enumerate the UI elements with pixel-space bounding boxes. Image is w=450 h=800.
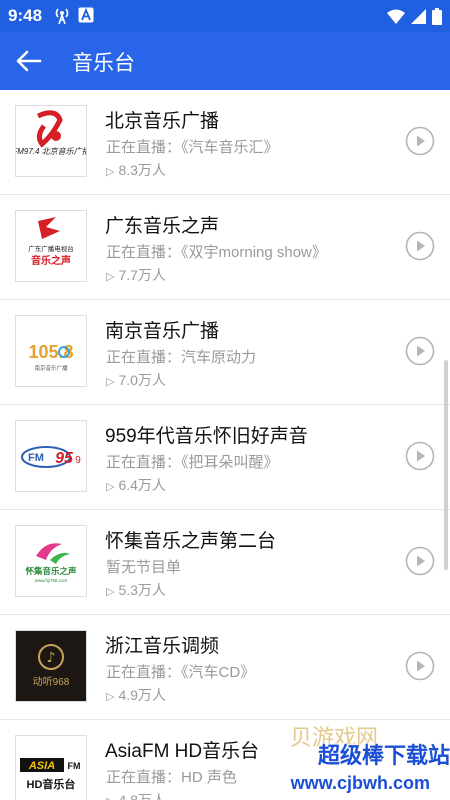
play-small-icon: ▷ <box>106 271 115 283</box>
station-name: AsiaFM HD音乐台 <box>105 741 260 762</box>
station-program: 暂无节目单 <box>106 559 182 576</box>
svg-text:南京音乐广播: 南京音乐广播 <box>34 364 68 372</box>
station-program: 正在直播：汽车原动力 <box>106 349 257 366</box>
scrollbar[interactable] <box>444 360 448 570</box>
play-circle-icon[interactable] <box>405 126 435 156</box>
play-small-icon: ▷ <box>106 376 115 388</box>
status-bar: 9:48 <box>0 0 450 32</box>
svg-text:ASIA: ASIA <box>28 760 55 772</box>
station-list[interactable]: FM97.4 北京音乐广播 北京音乐广播 正在直播：《汽车音乐汇》 ▷ 8.3万人… <box>0 90 450 800</box>
beijing-logo-text: FM97.4 北京音乐广播 <box>16 147 86 156</box>
station-listeners: ▷4.8万人 <box>106 790 166 800</box>
battery-icon <box>432 8 442 25</box>
guangdong-music-logo: 广东广播电视台 音乐之声 <box>15 210 87 282</box>
station-item[interactable]: 广东广播电视台 音乐之声 广东音乐之声 正在直播：《双宇morning show… <box>0 195 450 300</box>
station-program: 正在直播：《把耳朵叫醒》 <box>106 454 279 471</box>
play-circle-icon[interactable] <box>405 441 435 471</box>
font-a-icon <box>78 7 94 23</box>
station-program: 正在直播：《汽车音乐汇》 <box>106 139 279 156</box>
svg-text:动听968: 动听968 <box>33 676 70 688</box>
station-program: 正在直播：《双宇morning show》 <box>106 244 327 261</box>
station-listeners: ▷ 7.0万人 <box>106 372 166 388</box>
nanjing-music-logo: 105.8 南京音乐广播 <box>15 315 87 387</box>
play-small-icon: ▷ <box>106 586 115 598</box>
svg-text:105.8: 105.8 <box>28 342 73 362</box>
play-small-icon: ▷ <box>106 796 114 800</box>
station-item[interactable]: ♪ 动听968 浙江音乐调频 正在直播：《汽车CD》 ▷ 4.9万人 <box>0 615 450 720</box>
watermark: 贝游戏网 超级棒下载站 www.cjbwh.com <box>250 725 450 800</box>
station-listeners: ▷ 7.7万人 <box>106 267 166 283</box>
status-time: 9:48 <box>8 6 43 25</box>
station-listeners: ▷ 8.3万人 <box>106 162 166 178</box>
play-circle-icon[interactable] <box>405 546 435 576</box>
station-program: 正在直播：HD 声色 <box>106 769 237 786</box>
svg-text:95: 95 <box>55 450 74 467</box>
svg-text:9: 9 <box>75 455 81 466</box>
svg-text:FM: FM <box>68 761 81 771</box>
play-small-icon: ▷ <box>106 166 115 178</box>
watermark-text-url: www.cjbwh.com <box>290 773 430 793</box>
station-item[interactable]: FM97.4 北京音乐广播 北京音乐广播 正在直播：《汽车音乐汇》 ▷ 8.3万人 <box>0 90 450 195</box>
station-name: 959年代音乐怀旧好声音 <box>105 426 308 447</box>
play-circle-icon[interactable] <box>405 336 435 366</box>
station-listeners: ▷ 5.3万人 <box>106 582 166 598</box>
svg-text:FM: FM <box>28 452 44 464</box>
page-title: 音乐台 <box>72 52 135 75</box>
play-small-icon: ▷ <box>106 691 115 703</box>
station-name: 广东音乐之声 <box>105 216 220 237</box>
station-item[interactable]: FM 95 9 959年代音乐怀旧好声音 正在直播：《把耳朵叫醒》 ▷ 6.4万人 <box>0 405 450 510</box>
zhejiang-music-logo: ♪ 动听968 <box>15 630 87 702</box>
broadcast-icon <box>55 8 69 25</box>
station-name: 南京音乐广播 <box>105 321 220 342</box>
station-name: 浙江音乐调频 <box>105 636 220 657</box>
watermark-text-site: 超级棒下载站 <box>317 744 450 769</box>
arrow-left-icon[interactable] <box>14 46 44 76</box>
station-name: 怀集音乐之声第二台 <box>105 531 277 552</box>
signal-icon <box>411 9 426 24</box>
play-circle-icon[interactable] <box>405 651 435 681</box>
svg-text:www.hji758.com: www.hji758.com <box>35 578 68 583</box>
huaiji-music-logo: 怀集音乐之声 www.hji758.com <box>15 525 87 597</box>
asiafm-hd-logo: ASIA FM HD音乐台 <box>15 735 87 800</box>
station-item[interactable]: 怀集音乐之声 www.hji758.com 怀集音乐之声第二台 暂无节目单 ▷ 5… <box>0 510 450 615</box>
svg-text:怀集音乐之声: 怀集音乐之声 <box>25 566 77 576</box>
play-circle-icon[interactable] <box>405 231 435 261</box>
station-name: 北京音乐广播 <box>105 111 220 132</box>
fm959-logo: FM 95 9 <box>15 420 87 492</box>
svg-text:音乐之声: 音乐之声 <box>31 254 71 267</box>
svg-text:♪: ♪ <box>47 650 56 666</box>
station-listeners: ▷ 6.4万人 <box>106 477 166 493</box>
station-item[interactable]: 105.8 南京音乐广播 南京音乐广播 正在直播：汽车原动力 ▷ 7.0万人 <box>0 300 450 405</box>
app-bar: 音乐台 <box>0 32 450 90</box>
station-listeners: ▷ 4.9万人 <box>106 687 166 703</box>
svg-text:HD音乐台: HD音乐台 <box>27 777 76 791</box>
wifi-icon <box>387 9 405 24</box>
svg-text:广东广播电视台: 广东广播电视台 <box>28 244 74 253</box>
beijing-music-logo: FM97.4 北京音乐广播 <box>15 105 87 177</box>
station-program: 正在直播：《汽车CD》 <box>106 664 256 681</box>
play-small-icon: ▷ <box>106 481 115 493</box>
